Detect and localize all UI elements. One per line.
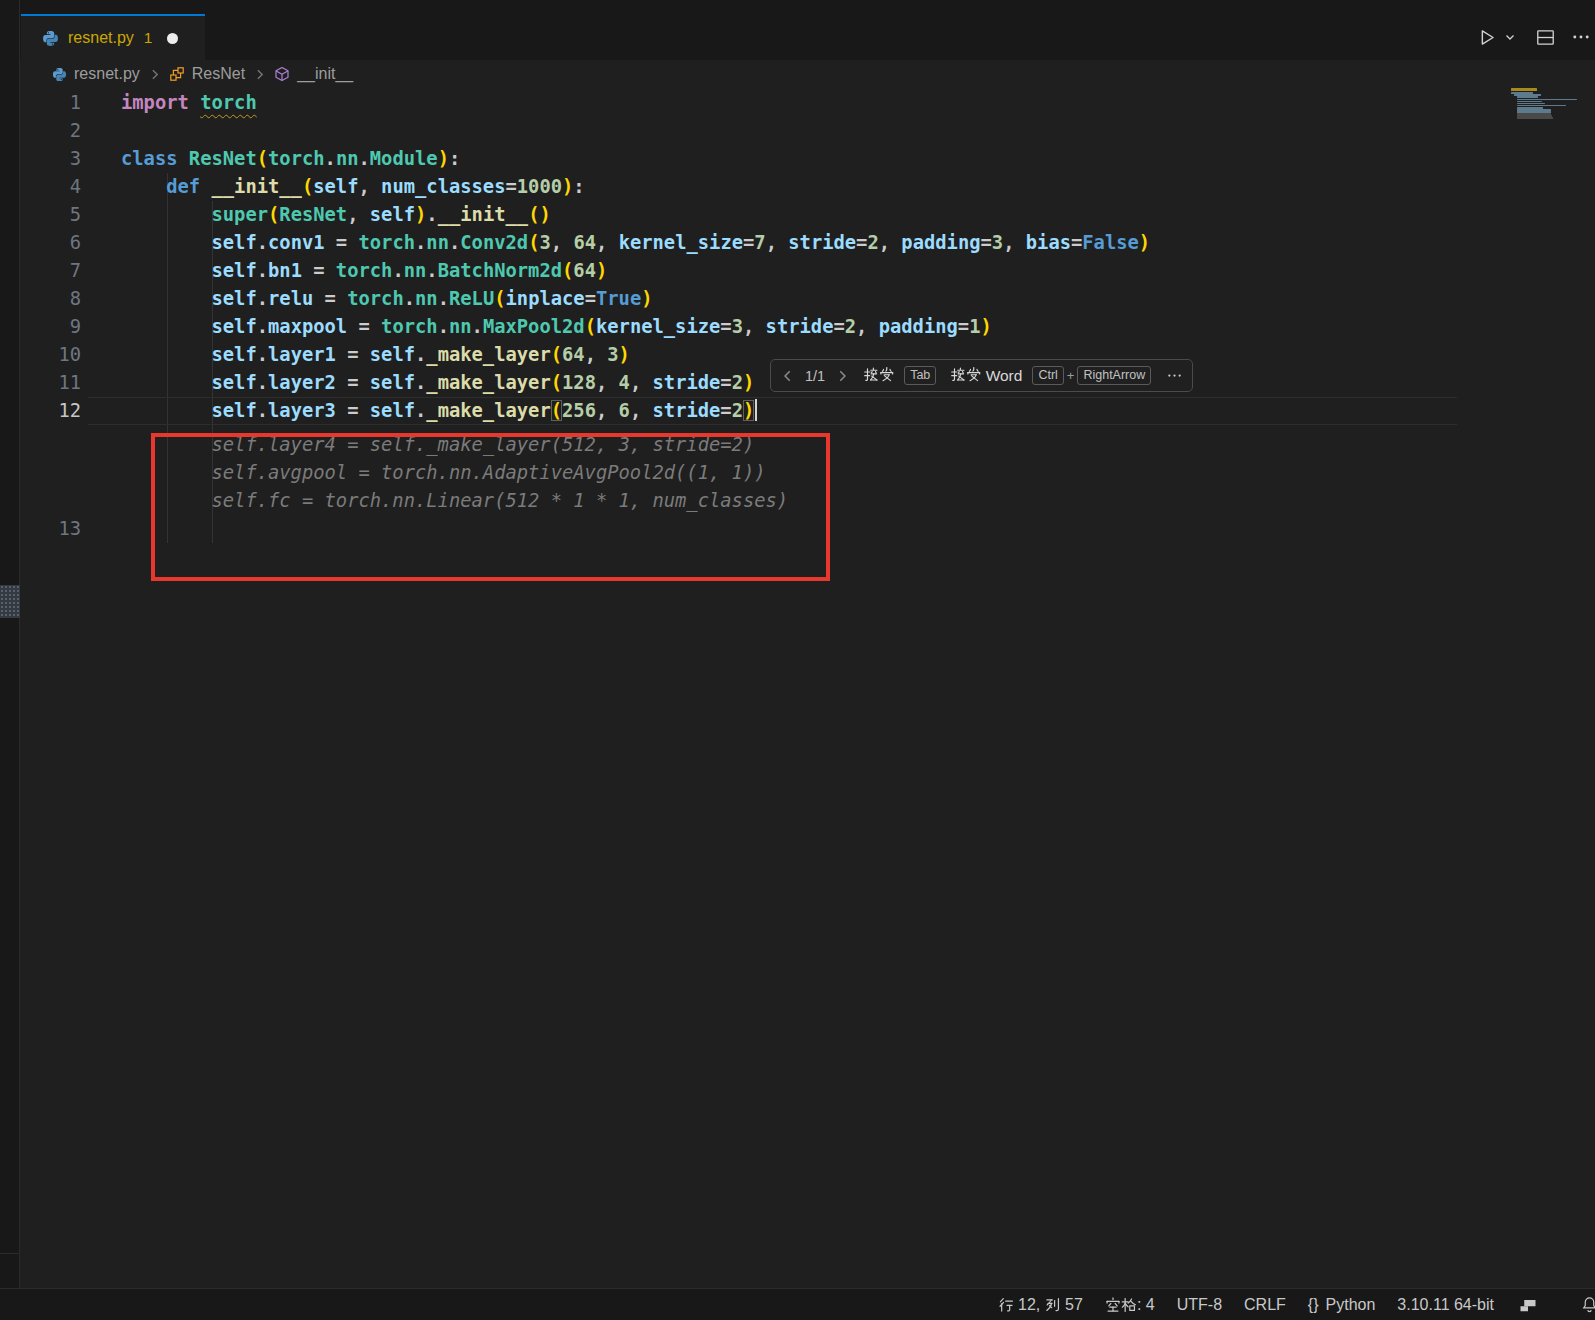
annotation-red-box (151, 433, 830, 581)
cjk-glyph (966, 367, 982, 383)
line-number[interactable]: 4 (20, 173, 81, 201)
breadcrumb-item-class[interactable]: ResNet (169, 65, 245, 83)
text-cursor (755, 399, 757, 421)
tab-problems-badge: 1 (144, 29, 153, 47)
code-line[interactable]: self.conv1 = torch.nn.Conv2d(3, 64, kern… (121, 229, 1150, 257)
status-bar: 12, 57 : 4 UTF-8 CRLF {} Python 3.10.11 … (0, 1288, 1595, 1320)
status-interpreter[interactable]: 3.10.11 64-bit (1386, 1296, 1505, 1314)
tab-label: resnet.py (68, 29, 134, 47)
line-number[interactable]: 1 (20, 89, 81, 117)
tab-resnet-py[interactable]: resnet.py 1 (21, 14, 205, 60)
chevron-right-icon (148, 68, 161, 81)
line-number[interactable]: 12 (20, 397, 81, 425)
line-number[interactable]: 5 (20, 201, 81, 229)
breadcrumb-item-file[interactable]: resnet.py (52, 65, 140, 83)
cjk-glyph (1121, 1297, 1137, 1313)
code-line[interactable]: self.maxpool = torch.nn.MaxPool2d(kernel… (121, 313, 992, 341)
code-line[interactable]: import torch (121, 89, 257, 117)
breadcrumb-label: __init__ (297, 65, 353, 83)
tab-bar: resnet.py 1 (20, 0, 1595, 60)
code-line[interactable]: def __init__(self, num_classes=1000): (121, 173, 585, 201)
status-encoding[interactable]: UTF-8 (1166, 1296, 1233, 1314)
strip-divider (0, 1253, 20, 1254)
editor-actions (1477, 14, 1595, 60)
chevron-right-icon (253, 68, 266, 81)
line-number[interactable]: 11 (20, 369, 81, 397)
accept-word-button[interactable]: Word (950, 367, 1022, 385)
breadcrumb: resnet.py ResNet __init__ (20, 60, 1595, 88)
line-number[interactable]: 6 (20, 229, 81, 257)
status-eol[interactable]: CRLF (1233, 1296, 1297, 1314)
minimap-line (1511, 88, 1537, 91)
suggestion-more-button[interactable] (1167, 368, 1182, 383)
bell-icon[interactable] (1581, 1288, 1595, 1320)
suggestion-pagination: 1/1 (805, 368, 825, 384)
breadcrumb-label: ResNet (192, 65, 245, 83)
more-actions-button[interactable] (1572, 28, 1590, 46)
accept-button[interactable] (863, 367, 894, 385)
side-strip (0, 0, 20, 1288)
line-number[interactable]: 10 (20, 341, 81, 369)
run-button[interactable] (1477, 28, 1496, 47)
python-icon (52, 67, 67, 82)
status-language[interactable]: {} Python (1297, 1296, 1387, 1314)
breadcrumb-item-method[interactable]: __init__ (274, 65, 353, 83)
plus-label: + (1067, 368, 1075, 383)
code-editor[interactable]: 12345678910111213 import torchclass ResN… (20, 88, 1595, 1288)
line-number[interactable]: 2 (20, 117, 81, 145)
status-indentation[interactable]: : 4 (1094, 1296, 1166, 1314)
code-line[interactable]: self.layer1 = self._make_layer(64, 3) (121, 341, 630, 369)
previous-suggestion-button[interactable] (781, 369, 795, 383)
breadcrumb-label: resnet.py (74, 65, 140, 83)
status-cursor-position[interactable]: 12, 57 (987, 1296, 1094, 1314)
status-misc-icon[interactable] (1505, 1295, 1551, 1315)
minimap-line (1517, 96, 1539, 98)
next-suggestion-button[interactable] (835, 369, 849, 383)
cjk-glyph (863, 367, 879, 383)
cjk-glyph (998, 1297, 1014, 1313)
line-number[interactable]: 3 (20, 145, 81, 173)
gutter: 12345678910111213 (20, 89, 81, 1288)
braces-icon: {} (1308, 1296, 1319, 1314)
minimap[interactable] (1491, 88, 1595, 248)
cjk-glyph (1045, 1297, 1061, 1313)
line-number[interactable]: 7 (20, 257, 81, 285)
code-line[interactable]: self.relu = torch.nn.ReLU(inplace=True) (121, 285, 653, 313)
tab-key-badge: Tab (904, 366, 936, 385)
code-line[interactable]: class ResNet(torch.nn.Module): (121, 145, 460, 173)
cjk-glyph (1105, 1297, 1121, 1313)
modified-dot-icon[interactable] (167, 33, 178, 44)
split-editor-button[interactable] (1536, 28, 1555, 47)
inline-suggestion-toolbar: 1/1 Tab Word Ctrl + RightArrow (770, 359, 1193, 392)
minimap-line (1517, 117, 1554, 119)
sash-handle[interactable] (0, 585, 20, 618)
line-number[interactable]: 13 (20, 515, 81, 543)
rightarrow-key-badge: RightArrow (1077, 366, 1151, 385)
code-line[interactable]: self.layer3 = self._make_layer(256, 6, s… (121, 397, 757, 425)
line-number[interactable]: 8 (20, 285, 81, 313)
code-line[interactable]: self.layer2 = self._make_layer(128, 4, s… (121, 369, 754, 397)
method-icon (274, 66, 290, 82)
cjk-glyph (950, 367, 966, 383)
minimap-line (1517, 99, 1577, 101)
vscode-window: resnet.py 1 resnet.py (0, 0, 1595, 1320)
python-icon (42, 30, 59, 47)
class-icon (169, 66, 185, 82)
run-dropdown-chevron-icon[interactable] (1504, 31, 1516, 43)
code-line[interactable]: self.bn1 = torch.nn.BatchNorm2d(64) (121, 257, 607, 285)
line-number[interactable]: 9 (20, 313, 81, 341)
code-line[interactable]: super(ResNet, self).__init__() (121, 201, 551, 229)
cjk-glyph (879, 367, 895, 383)
ctrl-key-badge: Ctrl (1032, 366, 1063, 385)
